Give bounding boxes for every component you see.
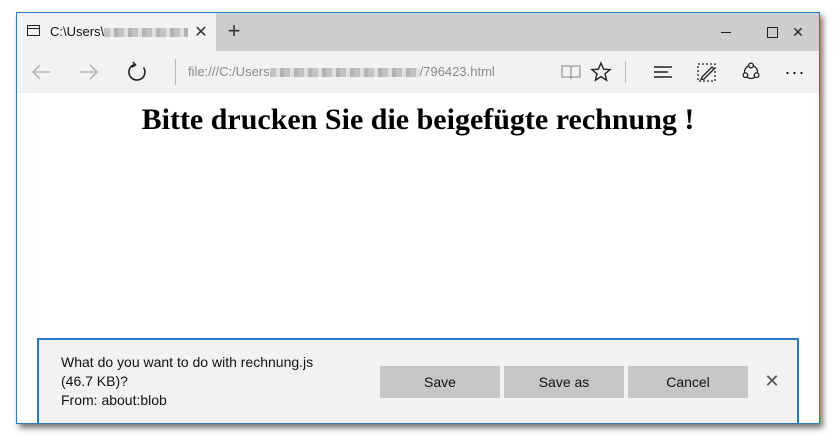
web-note-button[interactable] xyxy=(691,57,723,87)
share-button[interactable] xyxy=(735,57,767,87)
download-message: What do you want to do with rechnung.js … xyxy=(61,353,361,410)
back-arrow-icon xyxy=(31,64,50,80)
window-close-button[interactable]: ✕ xyxy=(777,13,819,51)
favorite-star-icon xyxy=(590,61,612,82)
navigation-bar: file:///C:/Users/796423.html ··· xyxy=(17,51,819,93)
download-prompt: What do you want to do with rechnung.js … xyxy=(37,338,799,423)
minimize-icon xyxy=(721,32,731,33)
hub-button[interactable] xyxy=(647,57,679,87)
tab-page-icon xyxy=(27,25,40,36)
reading-view-icon xyxy=(561,65,581,80)
address-suffix: /796423.html xyxy=(419,64,495,79)
forward-button[interactable] xyxy=(73,57,105,87)
window-close-icon: ✕ xyxy=(792,24,804,40)
tab-close-icon[interactable]: ✕ xyxy=(193,22,209,42)
refresh-icon xyxy=(128,61,146,81)
download-source: From: about:blob xyxy=(61,392,167,408)
forward-arrow-icon xyxy=(80,64,99,80)
cancel-button[interactable]: Cancel xyxy=(628,366,748,398)
more-icon: ··· xyxy=(784,62,806,82)
download-close-icon[interactable]: ✕ xyxy=(761,370,783,392)
tab-active[interactable]: C:\Users\ ✕ xyxy=(17,13,216,51)
tab-bar: C:\Users\ ✕ + ✕ xyxy=(17,13,819,51)
new-tab-plus-icon[interactable]: + xyxy=(223,18,245,44)
save-button[interactable]: Save xyxy=(380,366,500,398)
minimize-button[interactable] xyxy=(703,13,749,51)
share-icon xyxy=(742,62,760,80)
web-note-icon xyxy=(697,63,716,82)
address-prefix: file:///C:/Users xyxy=(188,64,270,79)
download-message-line1: What do you want to do with rechnung.js xyxy=(61,354,314,370)
address-url: file:///C:/Users/796423.html xyxy=(188,64,495,79)
download-file-size: (46.7 KB)? xyxy=(61,373,128,389)
save-as-button[interactable]: Save as xyxy=(504,366,624,398)
refresh-button[interactable] xyxy=(121,57,153,87)
reading-view-button[interactable] xyxy=(555,57,587,87)
more-button[interactable]: ··· xyxy=(779,57,811,87)
hub-icon xyxy=(654,66,672,78)
tab-title-prefix: C:\Users\ xyxy=(50,24,105,39)
favorite-button[interactable] xyxy=(585,57,617,87)
tab-title: C:\Users\ xyxy=(50,24,189,39)
page-content: Bitte drucken Sie die beigefügte rechnun… xyxy=(17,93,819,423)
redacted-username xyxy=(104,28,189,38)
toolbar-separator xyxy=(625,61,626,83)
redacted-path xyxy=(269,68,420,78)
back-button[interactable] xyxy=(25,57,57,87)
page-heading: Bitte drucken Sie die beigefügte rechnun… xyxy=(141,103,695,136)
browser-window: C:\Users\ ✕ + ✕ file:///C:/Users /796423… xyxy=(16,12,820,424)
